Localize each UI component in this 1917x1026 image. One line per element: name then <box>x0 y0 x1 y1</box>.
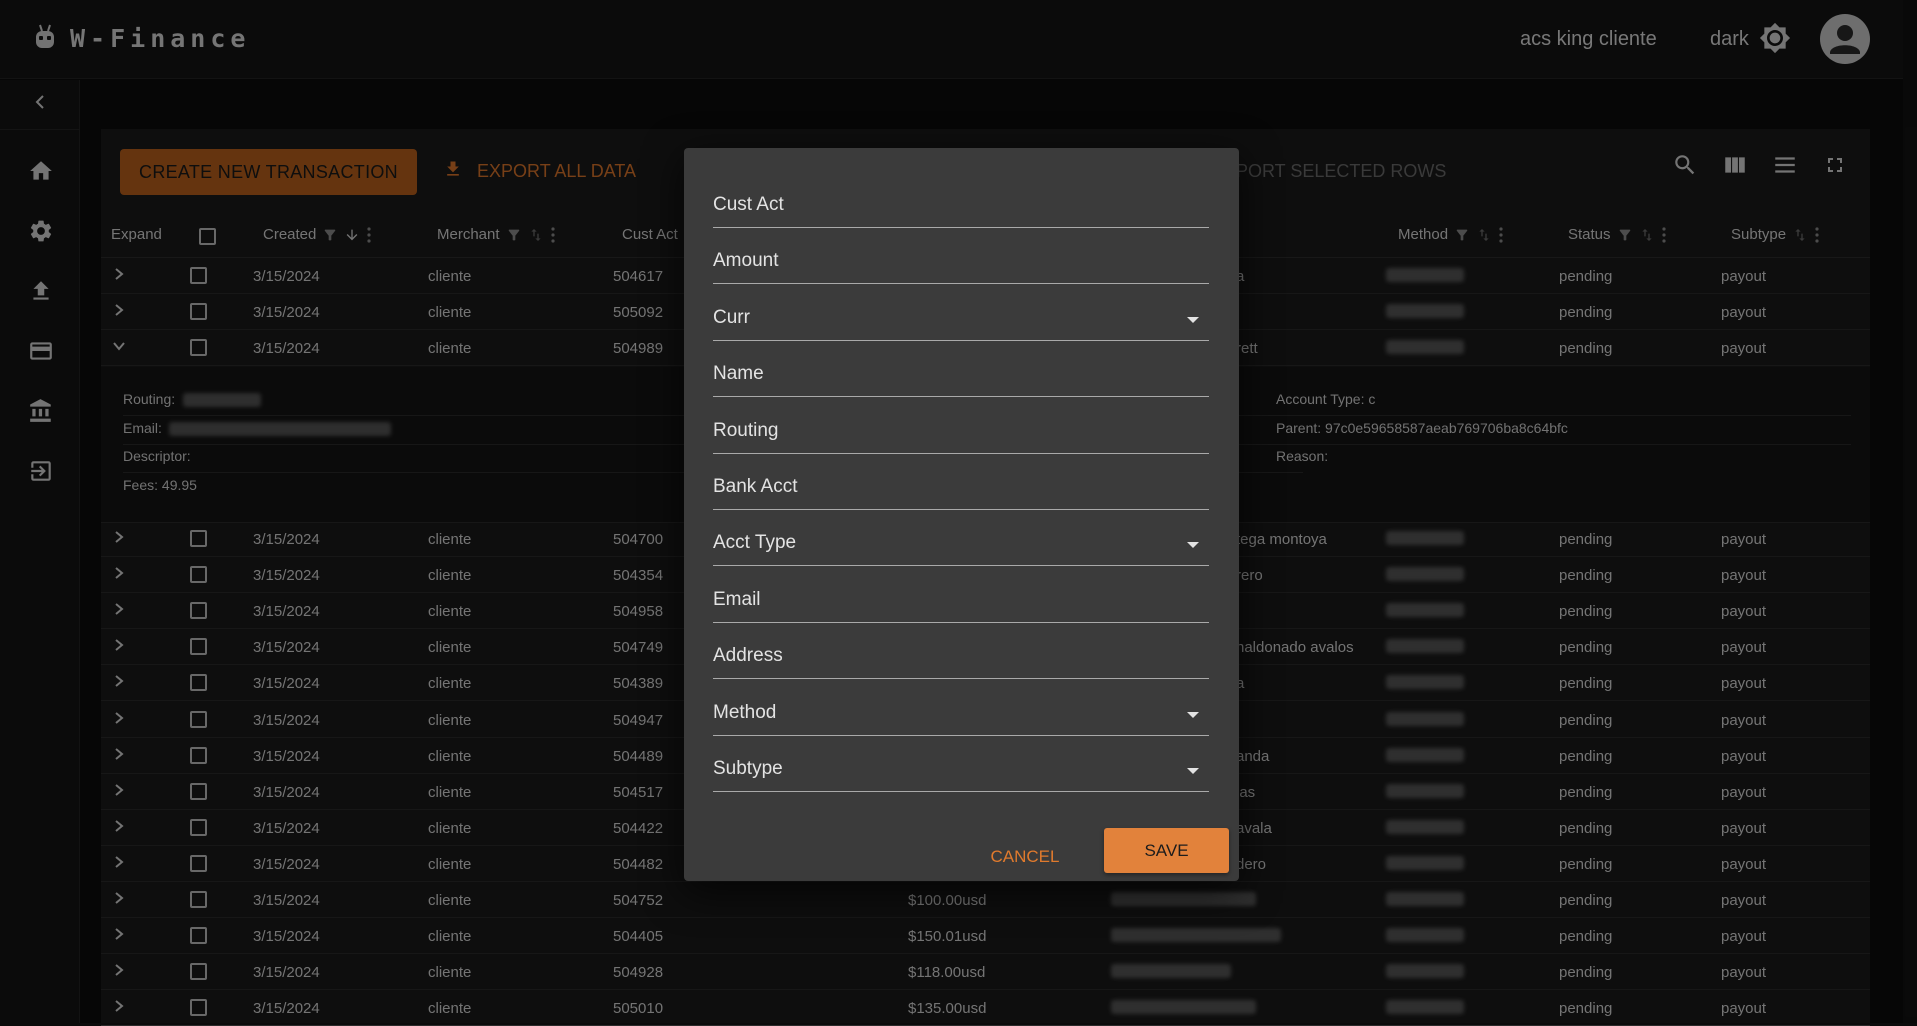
acct-type-select[interactable]: Acct Type <box>713 522 1209 567</box>
acct-type-label: Acct Type <box>713 532 797 554</box>
cancel-button[interactable]: CANCEL <box>980 839 1070 875</box>
subtype-label: Subtype <box>713 758 783 779</box>
address-field[interactable]: Address <box>713 635 1209 680</box>
new-transaction-dialog: Cust Act Amount Curr Name Routing Bank Acct Ac… <box>684 148 1239 881</box>
routing-field[interactable]: Routing <box>713 410 1209 454</box>
caret-down-icon <box>1187 768 1199 774</box>
cust-act-field[interactable]: Cust Act <box>713 184 1209 228</box>
amount-field[interactable]: Amount <box>713 240 1209 285</box>
bank-acct-field[interactable]: Bank Acct <box>713 466 1209 510</box>
method-select[interactable]: Method <box>713 692 1209 736</box>
name-label: Name <box>713 363 764 385</box>
name-field[interactable]: Name <box>713 353 1209 398</box>
caret-down-icon <box>1187 316 1199 323</box>
curr-label: Curr <box>713 306 750 328</box>
method-label: Method <box>713 701 777 723</box>
curr-select[interactable]: Curr <box>713 297 1209 341</box>
email-field[interactable]: Email <box>713 579 1209 623</box>
bank-acct-label: Bank Acct <box>713 476 798 497</box>
subtype-select[interactable]: Subtype <box>713 748 1209 792</box>
routing-label: Routing <box>713 419 779 441</box>
address-label: Address <box>713 645 783 667</box>
email-label: Email <box>713 588 761 610</box>
caret-down-icon <box>1187 542 1199 549</box>
save-button[interactable]: SAVE <box>1104 828 1229 873</box>
cust-act-label: Cust Act <box>713 194 784 215</box>
amount-label: Amount <box>713 250 779 272</box>
caret-down-icon <box>1187 711 1199 718</box>
